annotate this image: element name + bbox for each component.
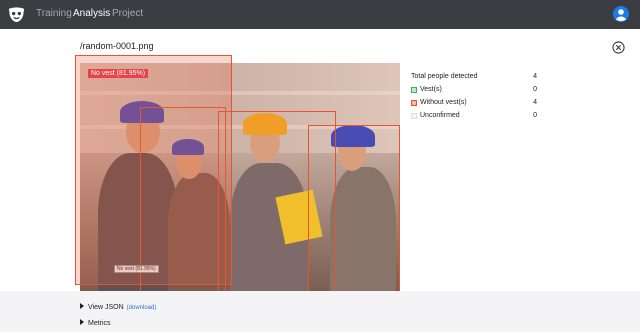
selected-detection-label: No vest (81.95%) [88,69,149,78]
stat-unconfirmed-value: 0 [533,112,537,119]
mask-logo-icon[interactable] [7,5,26,24]
metrics-toggle[interactable]: Metrics [80,319,111,327]
stat-unconfirmed-label: Unconfirmed [420,112,460,119]
stat-vest-row: Vest(s) 0 [411,86,541,96]
stat-vest-label: Vest(s) [420,86,442,93]
user-avatar-icon[interactable] [613,6,629,22]
view-json-label: View JSON [88,304,124,311]
analysis-content: /random-0001.png No vest (81.95%) No ves… [0,29,640,305]
download-link[interactable]: (download) [127,305,157,311]
nav-item-project[interactable]: Project [112,8,143,19]
nav-item-analysis[interactable]: Analysis [73,8,110,19]
gray-swatch-icon [411,113,417,119]
stat-without-vest-row: Without vest(s) 4 [411,99,541,109]
view-json-toggle[interactable]: View JSON (download) [80,303,156,311]
top-navigation-bar: Training Analysis Project [0,0,640,29]
stat-unconfirmed-row: Unconfirmed 0 [411,112,541,122]
stat-total-value: 4 [533,73,537,80]
stat-without-vest-value: 4 [533,99,537,106]
stat-total-row: Total people detected 4 [411,73,541,83]
stat-without-vest-label: Without vest(s) [420,99,467,106]
metrics-label: Metrics [88,320,111,327]
green-swatch-icon [411,87,417,93]
detection-box[interactable] [308,125,400,303]
selected-detection-box[interactable] [75,55,232,285]
stat-vest-value: 0 [533,86,537,93]
nav-item-training[interactable]: Training [36,8,72,19]
close-icon[interactable] [612,41,625,54]
image-filename: /random-0001.png [80,41,154,51]
details-footer: View JSON (download) Metrics [0,291,640,332]
stat-total-label: Total people detected [411,73,478,80]
caret-right-icon [80,319,84,325]
caret-right-icon [80,303,84,309]
orange-swatch-icon [411,100,417,106]
